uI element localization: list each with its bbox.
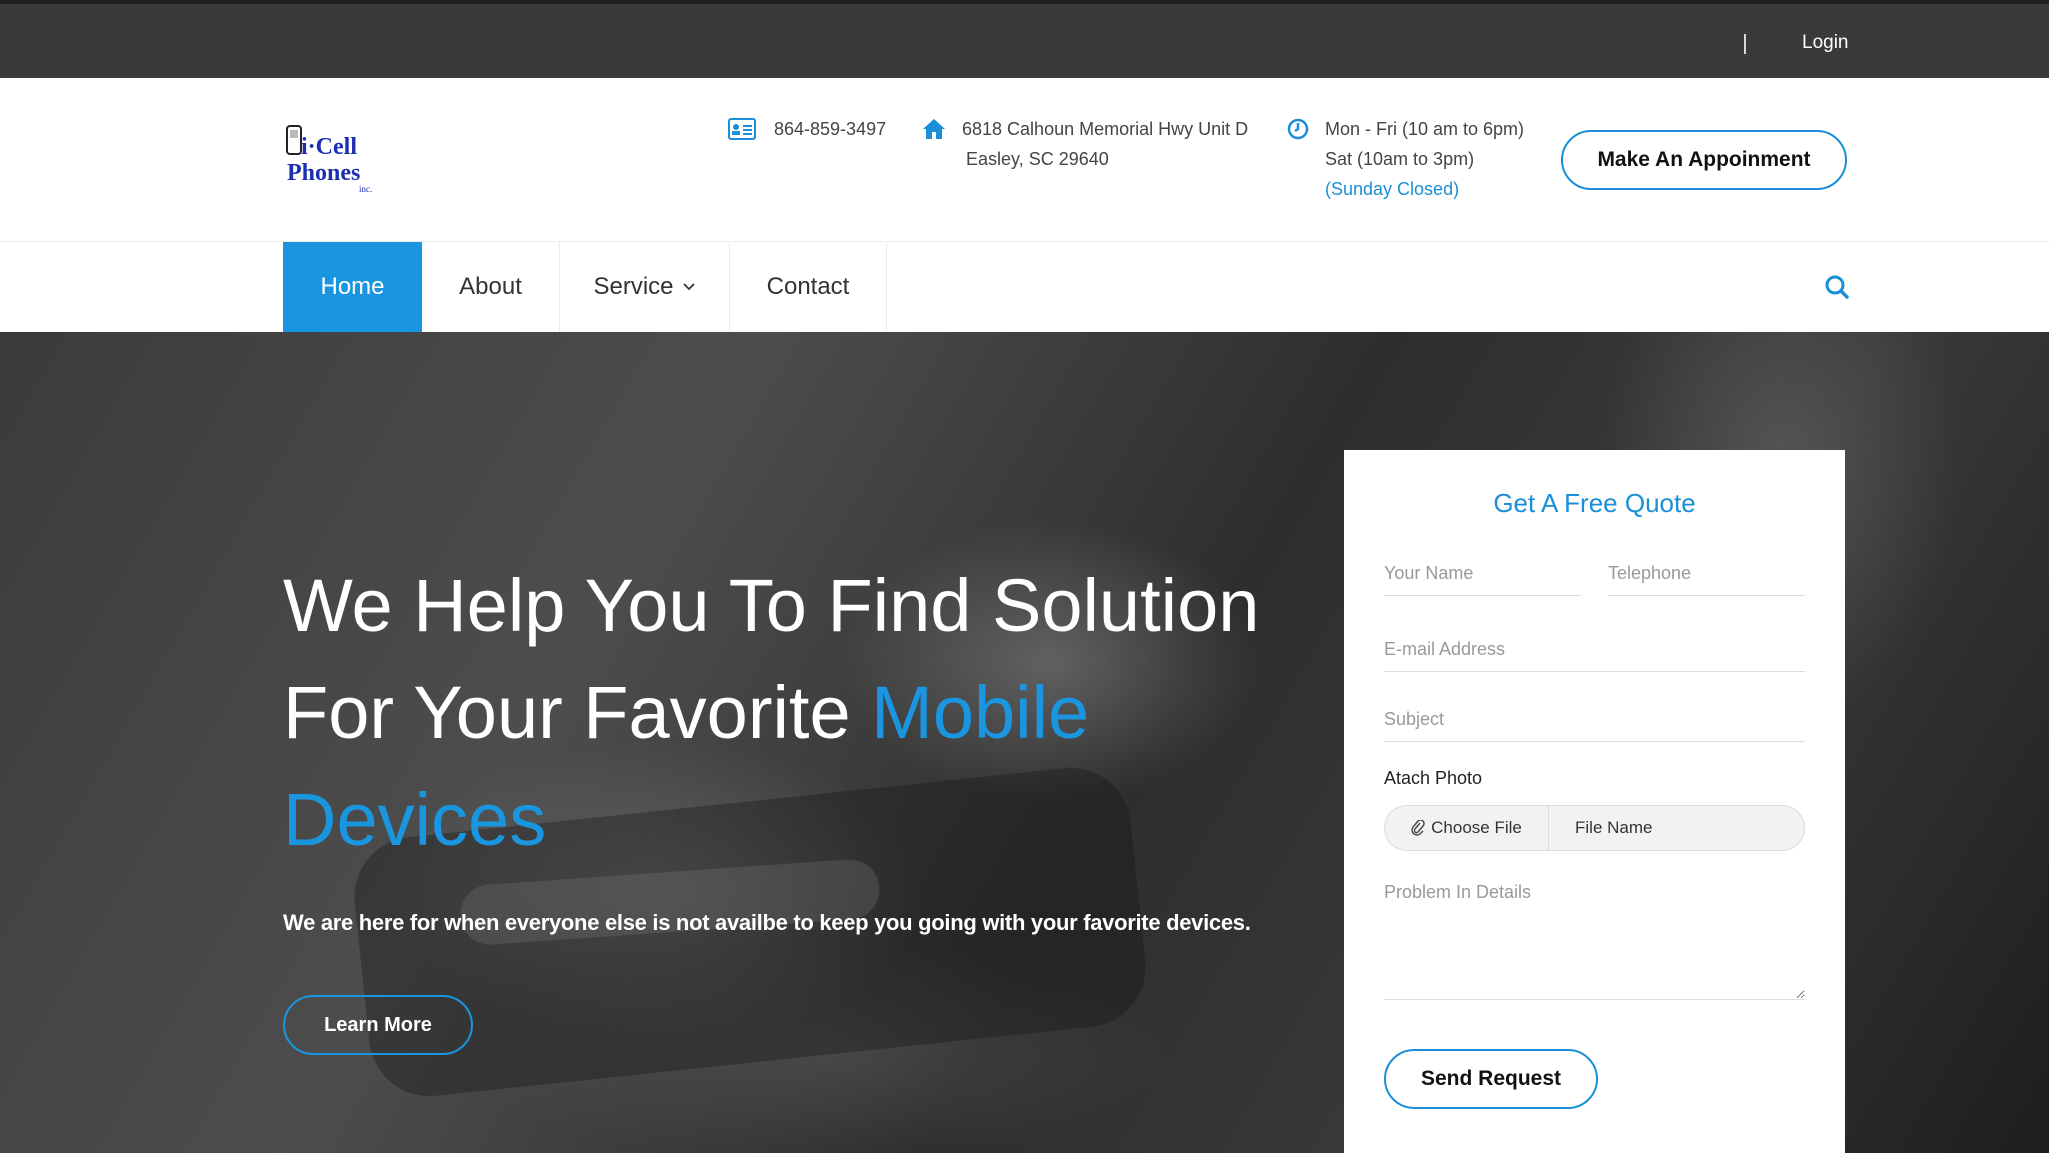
login-link[interactable]: Login: [1802, 32, 1849, 54]
hero-title-line-2: For Your Favorite: [283, 671, 872, 754]
header-phone: 864-859-3497: [728, 114, 888, 144]
topbar-divider: [1744, 34, 1746, 54]
address-line-2: Easley, SC 29640: [966, 149, 1109, 169]
choose-file-button[interactable]: Choose File: [1385, 806, 1549, 850]
site-logo[interactable]: i·Cell Phones inc.: [283, 122, 383, 198]
address-line-1: 6818 Calhoun Memorial Hwy Unit D: [962, 119, 1249, 139]
hours-sunday: (Sunday Closed): [1325, 179, 1460, 199]
nav-item-about[interactable]: About: [422, 242, 560, 332]
problem-details-textarea[interactable]: [1384, 878, 1805, 1000]
svg-text:Phones: Phones: [287, 160, 360, 186]
name-input[interactable]: [1384, 558, 1581, 596]
chevron-down-icon: [682, 282, 696, 292]
contact-card-icon: [728, 118, 756, 149]
hours-weekday: Mon - Fri (10 am to 6pm): [1325, 119, 1525, 139]
file-name-display: File Name: [1575, 818, 1653, 837]
nav-item-label: About: [459, 273, 522, 300]
nav-item-label: Service: [593, 273, 674, 300]
nav-item-home[interactable]: Home: [283, 242, 422, 332]
hours-saturday: Sat (10am to 3pm): [1325, 149, 1475, 169]
main-nav: Home About Service Contact: [0, 242, 2049, 332]
search-icon[interactable]: [1822, 272, 1852, 302]
home-icon: [922, 118, 946, 149]
top-bar: Login: [0, 0, 2049, 78]
attach-photo-label: Atach Photo: [1384, 768, 1483, 788]
email-input[interactable]: [1384, 634, 1805, 672]
hero-title-accent-1: Mobile: [871, 671, 1090, 754]
file-upload: Choose File File Name: [1384, 805, 1805, 851]
quote-form: Get A Free Quote Atach Photo Choose File…: [1344, 450, 1845, 1153]
telephone-input[interactable]: [1608, 558, 1805, 596]
make-appointment-button[interactable]: Make An Appoinment: [1561, 130, 1847, 190]
quote-form-title: Get A Free Quote: [1493, 488, 1696, 518]
learn-more-button[interactable]: Learn More: [283, 995, 473, 1055]
choose-file-label: Choose File: [1431, 818, 1522, 837]
send-request-button[interactable]: Send Request: [1384, 1049, 1598, 1109]
hero-title: We Help You To Find Solution For Your Fa…: [283, 552, 1323, 873]
nav-item-service[interactable]: Service: [560, 242, 730, 332]
phone-number[interactable]: 864-859-3497: [774, 114, 886, 144]
hero-subtitle: We are here for when everyone else is no…: [283, 910, 1251, 935]
hero-section: We Help You To Find Solution For Your Fa…: [0, 332, 2049, 1153]
nav-item-contact[interactable]: Contact: [730, 242, 887, 332]
site-header: i·Cell Phones inc. 864-859-3497 6818 Cal…: [0, 78, 2049, 242]
header-address: 6818 Calhoun Memorial Hwy Unit D Easley,…: [922, 114, 1262, 174]
phone-logo-icon: i·Cell Phones inc.: [286, 125, 372, 194]
nav-item-label: Home: [320, 273, 385, 300]
svg-text:i·Cell: i·Cell: [301, 134, 357, 160]
nav-item-label: Contact: [766, 273, 850, 300]
clock-icon: [1287, 118, 1309, 149]
hero-title-line-1: We Help You To Find Solution: [283, 564, 1260, 647]
hero-title-accent-2: Devices: [283, 778, 547, 861]
header-hours: Mon - Fri (10 am to 6pm) Sat (10am to 3p…: [1287, 114, 1527, 204]
subject-input[interactable]: [1384, 704, 1805, 742]
paperclip-icon: [1411, 820, 1431, 836]
svg-text:inc.: inc.: [359, 184, 372, 194]
